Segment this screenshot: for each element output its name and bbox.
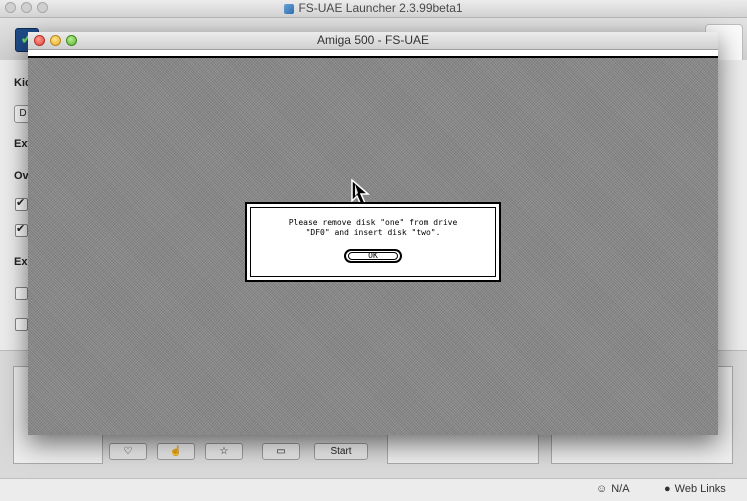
launcher-window-controls[interactable] xyxy=(5,2,48,13)
globe-icon: ● xyxy=(664,483,671,495)
launcher-titlebar: FS-UAE Launcher 2.3.99beta1 xyxy=(0,0,747,18)
requester-message-line-2: "DF0" and insert disk "two". xyxy=(305,228,441,237)
close-button[interactable] xyxy=(34,35,45,46)
launcher-close-button[interactable] xyxy=(5,2,16,13)
amiga-titlebar[interactable]: Amiga 500 - FS-UAE xyxy=(28,32,718,50)
amiga-emulator-window: Amiga 500 - FS-UAE Please remove disk "o… xyxy=(28,32,718,435)
web-links-menu[interactable]: ● Web Links xyxy=(664,483,726,495)
star-icon[interactable]: ☆ xyxy=(205,443,243,460)
launcher-zoom-button[interactable] xyxy=(37,2,48,13)
network-user-icon: ☺ xyxy=(596,483,608,495)
web-links-label: Web Links xyxy=(674,483,726,495)
status-bar: ☺ N/A ● Web Links xyxy=(0,478,747,501)
option-checkbox-2[interactable] xyxy=(15,222,28,237)
requester-message-line-1: Please remove disk "one" from drive xyxy=(288,218,458,227)
network-status-text: N/A xyxy=(611,483,630,495)
amiga-screen-titlebar xyxy=(28,50,718,58)
overrides-label: Ov xyxy=(14,170,29,182)
window-icon[interactable]: ▭ xyxy=(262,443,300,460)
thumbs-up-icon[interactable]: ☝ xyxy=(157,443,195,460)
amiga-window-controls xyxy=(34,35,77,46)
disk-swap-requester: Please remove disk "one" from drive "DF0… xyxy=(245,202,501,282)
expansion-checkbox-1[interactable] xyxy=(15,287,28,300)
launcher-minimize-button[interactable] xyxy=(21,2,32,13)
requester-message: Please remove disk "one" from drive "DF0… xyxy=(255,218,491,238)
amiga-screen[interactable]: Please remove disk "one" from drive "DF0… xyxy=(28,58,718,435)
network-status[interactable]: ☺ N/A xyxy=(596,483,630,495)
expansion-checkbox-2[interactable] xyxy=(15,318,28,331)
ok-button[interactable]: OK xyxy=(344,249,402,263)
option-checkbox-1[interactable] xyxy=(15,196,28,211)
zoom-button[interactable] xyxy=(66,35,77,46)
comment-icon[interactable]: ♡ xyxy=(109,443,147,460)
minimize-button[interactable] xyxy=(50,35,61,46)
launcher-window-title: FS-UAE Launcher 2.3.99beta1 xyxy=(298,1,463,15)
amiga-window-title: Amiga 500 - FS-UAE xyxy=(316,33,430,47)
start-button[interactable]: Start xyxy=(314,443,368,460)
fs-uae-app-icon xyxy=(284,3,295,14)
